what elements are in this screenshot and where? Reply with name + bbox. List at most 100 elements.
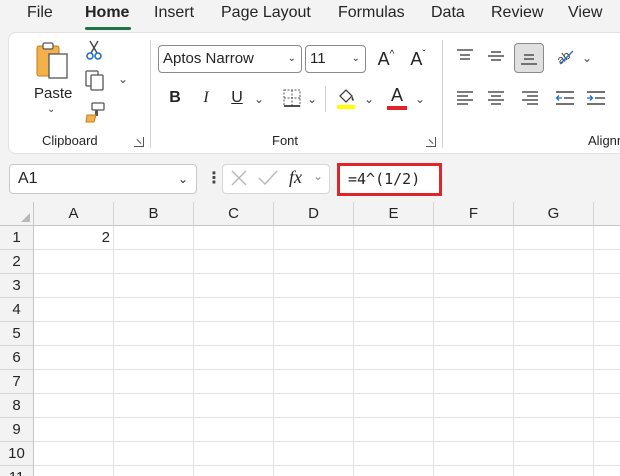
row-header-6[interactable]: 6 xyxy=(0,346,34,370)
grow-font-icon: A xyxy=(377,48,390,69)
row-header-7[interactable]: 7 xyxy=(0,370,34,394)
column-header-f[interactable]: F xyxy=(434,202,514,226)
gridline xyxy=(34,393,620,394)
alignment-group-label: Alignm xyxy=(588,133,620,148)
font-launcher-icon[interactable] xyxy=(426,137,436,147)
underline-button[interactable]: U xyxy=(225,86,249,110)
borders-dropdown-icon[interactable]: ⌄ xyxy=(307,92,317,106)
increase-indent-icon[interactable] xyxy=(584,87,608,109)
gridline xyxy=(34,249,620,250)
align-left-icon[interactable] xyxy=(453,87,477,109)
align-bottom-icon[interactable] xyxy=(514,43,544,73)
font-size-value: 11 xyxy=(310,50,326,67)
gridline xyxy=(34,297,620,298)
font-name-dropdown[interactable]: Aptos Narrow ⌄ xyxy=(158,45,302,73)
format-painter-icon[interactable] xyxy=(83,100,107,124)
tab-page-layout[interactable]: Page Layout xyxy=(221,3,311,23)
name-box-value: A1 xyxy=(18,170,38,187)
row-header-11[interactable]: 11 xyxy=(0,466,34,476)
caret-up-icon: ^ xyxy=(389,48,395,60)
bold-button[interactable]: B xyxy=(163,86,187,110)
group-divider xyxy=(150,40,151,148)
gridline xyxy=(193,226,194,476)
gridline xyxy=(34,465,620,466)
gridline xyxy=(34,273,620,274)
gridline xyxy=(593,226,594,476)
row-header-2[interactable]: 2 xyxy=(0,250,34,274)
italic-button[interactable]: I xyxy=(194,86,218,110)
gridline xyxy=(34,369,620,370)
column-header-b[interactable]: B xyxy=(114,202,194,226)
copy-dropdown-icon[interactable]: ⌄ xyxy=(118,72,128,86)
row-header-1[interactable]: 1 xyxy=(0,226,34,250)
fill-color-dropdown-icon[interactable]: ⌄ xyxy=(364,92,374,106)
row-header-9[interactable]: 9 xyxy=(0,418,34,442)
column-header-c[interactable]: C xyxy=(194,202,274,226)
divider xyxy=(325,86,326,112)
row-header-10[interactable]: 10 xyxy=(0,442,34,466)
tab-insert[interactable]: Insert xyxy=(154,3,194,23)
paste-label[interactable]: Paste xyxy=(34,85,72,102)
cell-a1[interactable]: 2 xyxy=(34,226,113,249)
column-header-a[interactable]: A xyxy=(34,202,114,226)
tab-view[interactable]: View xyxy=(568,3,602,23)
tab-review[interactable]: Review xyxy=(491,3,543,23)
gridline xyxy=(113,226,114,476)
enter-icon[interactable] xyxy=(257,168,279,193)
formula-input[interactable]: =4^(1/2) xyxy=(337,163,442,196)
tab-formulas[interactable]: Formulas xyxy=(338,3,405,23)
borders-icon[interactable] xyxy=(281,87,303,109)
cut-icon[interactable] xyxy=(83,38,105,62)
copy-icon[interactable] xyxy=(83,68,107,92)
align-middle-icon[interactable] xyxy=(484,45,508,67)
align-center-icon[interactable] xyxy=(484,87,508,109)
grow-font-button[interactable]: A ^ xyxy=(373,46,399,72)
chevron-down-icon: ⌄ xyxy=(177,172,188,186)
gridline xyxy=(273,226,274,476)
row-header-5[interactable]: 5 xyxy=(0,322,34,346)
underline-dropdown-icon[interactable]: ⌄ xyxy=(254,92,264,106)
clipboard-group-label: Clipboard xyxy=(42,133,98,148)
more-options-icon[interactable]: ⋮ xyxy=(206,168,222,190)
gridline xyxy=(34,441,620,442)
gridline xyxy=(513,226,514,476)
font-color-dropdown-icon[interactable]: ⌄ xyxy=(415,92,425,106)
gridline xyxy=(34,417,620,418)
row-header-8[interactable]: 8 xyxy=(0,394,34,418)
chevron-down-icon[interactable]: ⌄ xyxy=(313,169,323,183)
gridline xyxy=(353,226,354,476)
font-name-value: Aptos Narrow xyxy=(163,50,254,67)
ribbon-tab-bar: File Home Insert Page Layout Formulas Da… xyxy=(0,0,620,30)
column-header-g[interactable]: G xyxy=(514,202,594,226)
svg-text:ab: ab xyxy=(554,48,573,66)
clipboard-launcher-icon[interactable] xyxy=(134,137,144,147)
formula-controls: fx ⌄ xyxy=(222,164,330,194)
font-color-icon: A xyxy=(390,85,403,105)
paste-dropdown-icon[interactable]: ⌄ xyxy=(47,104,55,115)
align-right-icon[interactable] xyxy=(518,87,542,109)
row-header-4[interactable]: 4 xyxy=(0,298,34,322)
paste-icon[interactable] xyxy=(30,40,74,80)
cancel-icon[interactable] xyxy=(229,168,249,193)
fill-color-icon[interactable] xyxy=(334,85,358,111)
name-box[interactable]: A1 ⌄ xyxy=(9,164,197,194)
orientation-icon[interactable]: ab xyxy=(553,45,577,67)
decrease-indent-icon[interactable] xyxy=(553,87,577,109)
align-top-icon[interactable] xyxy=(453,45,477,67)
column-header-d[interactable]: D xyxy=(274,202,354,226)
tab-home[interactable]: Home xyxy=(85,3,129,23)
font-color-button[interactable]: A xyxy=(385,85,409,111)
orientation-dropdown-icon[interactable]: ⌄ xyxy=(582,51,592,65)
worksheet-grid: A B C D E F G 1 2 3 4 5 6 7 8 9 10 11 2 xyxy=(0,202,620,476)
insert-function-icon[interactable]: fx xyxy=(289,167,302,188)
tab-data[interactable]: Data xyxy=(431,3,465,23)
tab-file[interactable]: File xyxy=(27,3,53,23)
gridline xyxy=(34,321,620,322)
column-header-next[interactable] xyxy=(594,202,620,226)
shrink-font-button[interactable]: Aˇ xyxy=(405,46,431,72)
shrink-font-icon: A xyxy=(410,48,423,69)
row-header-3[interactable]: 3 xyxy=(0,274,34,298)
font-size-dropdown[interactable]: 11 ⌄ xyxy=(305,45,366,73)
column-header-e[interactable]: E xyxy=(354,202,434,226)
select-all-button[interactable] xyxy=(0,202,34,226)
